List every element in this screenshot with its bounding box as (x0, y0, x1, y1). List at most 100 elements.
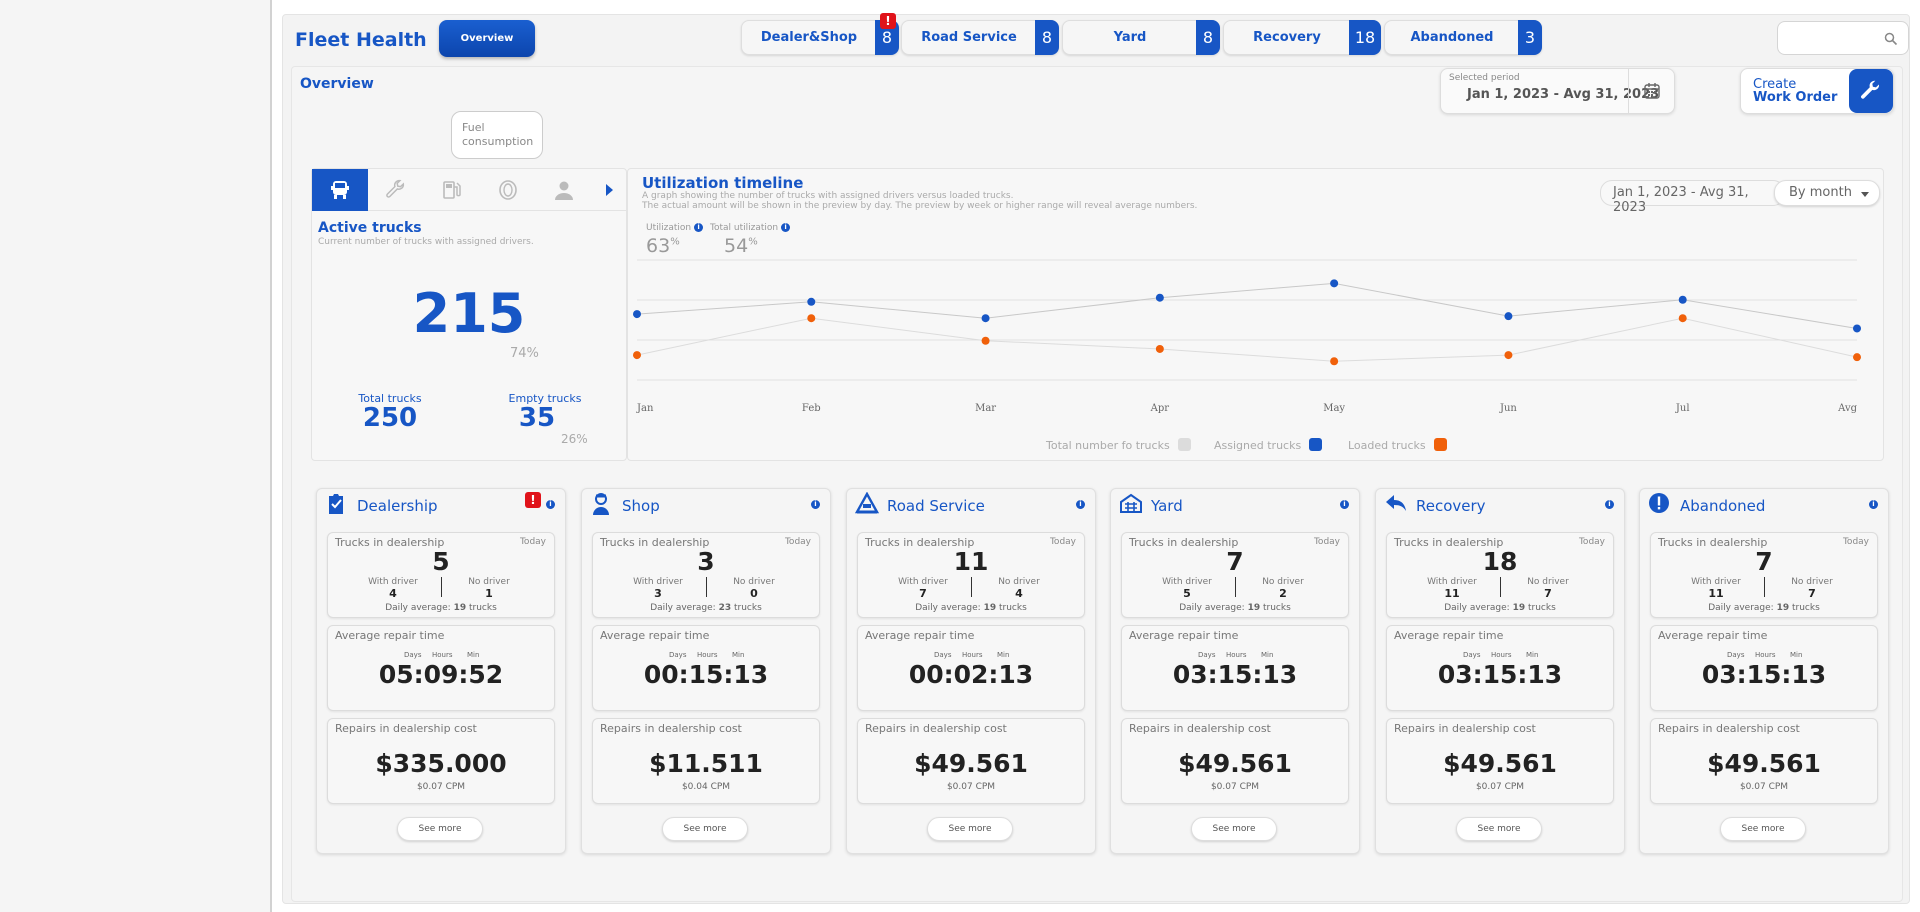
driver-icon[interactable] (536, 169, 592, 211)
repair-cost-label: Repairs in dealership cost (600, 722, 742, 735)
data-point-loaded[interactable] (807, 314, 816, 323)
data-point-assigned[interactable] (1678, 295, 1687, 304)
hours-label: Hours (962, 651, 983, 659)
see-more-button[interactable]: See more (1456, 817, 1542, 841)
repair-cost-panel: Repairs in dealership cost $11.511 $0.04… (592, 718, 820, 804)
with-driver-value: 11 (1708, 587, 1724, 600)
truck-icon[interactable] (312, 169, 368, 211)
info-icon[interactable]: i (808, 492, 820, 511)
see-more-button[interactable]: See more (1191, 817, 1277, 841)
trucks-count-panel: Trucks in dealership Today 11 With drive… (857, 532, 1085, 618)
days-label: Days (669, 651, 687, 659)
wrench-icon[interactable] (368, 169, 424, 211)
trucks-word: trucks (734, 603, 762, 613)
calendar-icon[interactable] (1628, 69, 1674, 113)
min-label: Min (1790, 651, 1803, 659)
divider (1235, 577, 1236, 597)
daily-average-label: Daily average: (1708, 603, 1774, 613)
today-label: Today (519, 537, 546, 547)
with-driver-label: With driver (1162, 577, 1212, 587)
legend-loaded-swatch (1433, 438, 1447, 451)
data-point-assigned[interactable] (1853, 324, 1861, 333)
fuel-pump-icon[interactable] (424, 169, 480, 211)
data-point-assigned[interactable] (1155, 293, 1164, 302)
data-point-assigned[interactable] (981, 314, 990, 323)
see-more-button[interactable]: See more (397, 817, 483, 841)
repair-time-panel: Average repair time Days Hours Min 00:02… (857, 625, 1085, 711)
info-icon[interactable]: i (543, 492, 555, 511)
with-driver-label: With driver (1427, 577, 1477, 587)
daily-average-label: Daily average: (650, 603, 716, 613)
utilization-timeline-card: Utilization timeline A graph showing the… (627, 168, 1884, 461)
data-point-assigned[interactable] (633, 310, 641, 319)
tab-recovery[interactable]: Recovery 18 (1223, 20, 1381, 55)
card-title: Recovery (1416, 497, 1486, 515)
repair-cost-label: Repairs in dealership cost (865, 722, 1007, 735)
x-tick-label: Feb (802, 403, 821, 414)
see-more-button[interactable]: See more (1720, 817, 1806, 841)
divider (441, 577, 442, 597)
tab-yard[interactable]: Yard 8 (1062, 20, 1220, 55)
data-point-loaded[interactable] (1853, 353, 1861, 362)
empty-trucks-percent: 26% (561, 432, 588, 446)
sidebar-gutter (274, 0, 280, 912)
cpm-value: $0.04 CPM (681, 782, 731, 792)
overview-button[interactable]: Overview (439, 20, 535, 57)
legend-total: Total number fo trucks (1046, 438, 1191, 452)
with-driver-value: 5 (1183, 587, 1191, 600)
with-driver-label: With driver (898, 577, 948, 587)
data-point-loaded[interactable] (1330, 357, 1339, 366)
hours-label: Hours (697, 651, 718, 659)
category-card-dealership: Dealership ! i Trucks in dealership Toda… (316, 488, 566, 854)
tab-label: Recovery (1253, 30, 1321, 45)
daily-average-value: 19 (453, 603, 467, 613)
min-label: Min (997, 651, 1010, 659)
today-label: Today (1049, 537, 1076, 547)
tab-road-service[interactable]: Road Service 8 (901, 20, 1059, 55)
no-driver-label: No driver (998, 577, 1040, 587)
x-tick-label: Jan (636, 403, 654, 414)
empty-trucks-value: 35 (518, 403, 556, 433)
with-driver-value: 3 (654, 587, 662, 600)
card-title: Dealership (357, 497, 438, 515)
tab-label: Yard (1113, 30, 1147, 45)
trucks-word: trucks (999, 603, 1027, 613)
info-icon[interactable]: i (1866, 492, 1878, 511)
active-trucks-card: Active trucks Current number of trucks w… (311, 168, 627, 461)
see-more-button[interactable]: See more (662, 817, 748, 841)
trucks-word: trucks (469, 603, 497, 613)
repair-time-panel: Average repair time Days Hours Min 03:15… (1650, 625, 1878, 711)
period-selector[interactable]: Selected period Jan 1, 2023 - Avg 31, 20… (1440, 68, 1675, 114)
data-point-loaded[interactable] (1155, 344, 1164, 353)
repair-time-panel: Average repair time Days Hours Min 03:15… (1386, 625, 1614, 711)
active-trucks-percent: 74% (510, 346, 539, 361)
repair-cost-value: $49.561 (1443, 749, 1557, 778)
tire-icon[interactable] (480, 169, 536, 211)
data-point-loaded[interactable] (1504, 351, 1513, 360)
days-label: Days (934, 651, 952, 659)
hours-label: Hours (432, 651, 453, 659)
tab-abandoned[interactable]: Abandoned 3 (1384, 20, 1542, 55)
repair-cost-panel: Repairs in dealership cost $49.561 $0.07… (857, 718, 1085, 804)
data-point-assigned[interactable] (807, 297, 816, 306)
repair-time-value: 00:15:13 (643, 660, 769, 689)
data-point-loaded[interactable] (981, 336, 990, 345)
see-more-button[interactable]: See more (927, 817, 1013, 841)
info-icon[interactable]: i (1337, 492, 1349, 511)
data-point-loaded[interactable] (633, 351, 641, 360)
data-point-assigned[interactable] (1330, 279, 1339, 288)
search-input[interactable] (1777, 21, 1909, 55)
no-driver-value: 7 (1544, 587, 1552, 600)
info-icon[interactable]: i (1602, 492, 1614, 511)
x-tick-label: Mar (975, 403, 996, 414)
no-driver-value: 2 (1279, 587, 1287, 600)
data-point-loaded[interactable] (1678, 314, 1687, 323)
info-icon[interactable]: i (1073, 492, 1085, 511)
data-point-assigned[interactable] (1504, 312, 1513, 321)
next-arrow-icon[interactable] (592, 169, 626, 211)
create-work-order-button[interactable]: Create Work Order (1740, 68, 1894, 114)
top-bar: Fleet Health Overview Dealer&Shop 8 ! Ro… (283, 13, 1909, 63)
divider (706, 577, 707, 597)
repair-time-label: Average repair time (1129, 629, 1239, 642)
tab-dealer-shop[interactable]: Dealer&Shop 8 ! (741, 13, 899, 55)
